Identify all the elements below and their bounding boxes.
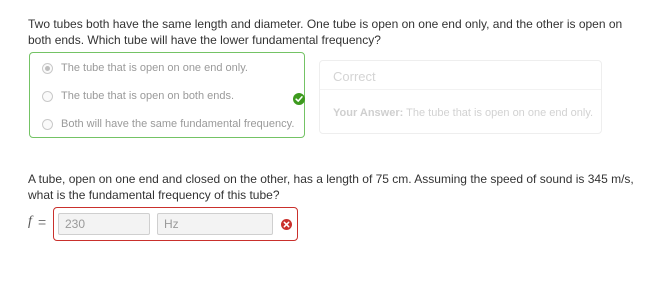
- check-icon: [293, 93, 305, 105]
- choice-label: Both will have the same fundamental freq…: [61, 118, 295, 130]
- your-answer-label: Your Answer:: [333, 107, 404, 119]
- your-answer: Your Answer: The tube that is open on on…: [333, 107, 593, 119]
- x-icon: [281, 219, 292, 230]
- question-1-text: Two tubes both have the same length and …: [28, 17, 623, 47]
- value-input[interactable]: 230: [58, 213, 150, 235]
- radio-button[interactable]: [42, 90, 53, 102]
- answer-choices: The tube that is open on one end only. T…: [29, 52, 305, 138]
- radio-button[interactable]: [42, 118, 53, 130]
- choice-open-one-end[interactable]: The tube that is open on one end only.: [42, 60, 248, 76]
- equals-sign: =: [38, 214, 47, 230]
- feedback-divider: [320, 89, 601, 90]
- choice-open-both-ends[interactable]: The tube that is open on both ends.: [42, 88, 234, 104]
- variable-label: f: [28, 214, 32, 229]
- choice-same-frequency[interactable]: Both will have the same fundamental freq…: [42, 116, 294, 132]
- feedback-title: Correct: [333, 69, 376, 84]
- question-2-text: A tube, open on one end and closed on th…: [28, 172, 634, 202]
- unit-input[interactable]: Hz: [157, 213, 273, 235]
- your-answer-value: The tube that is open on one end only.: [406, 107, 594, 119]
- radio-button-selected[interactable]: [42, 62, 53, 74]
- feedback-panel: Correct Your Answer: The tube that is op…: [319, 60, 602, 134]
- answer-input-group: 230 Hz: [53, 207, 298, 241]
- choice-label: The tube that is open on one end only.: [61, 62, 248, 74]
- choice-label: The tube that is open on both ends.: [61, 90, 235, 102]
